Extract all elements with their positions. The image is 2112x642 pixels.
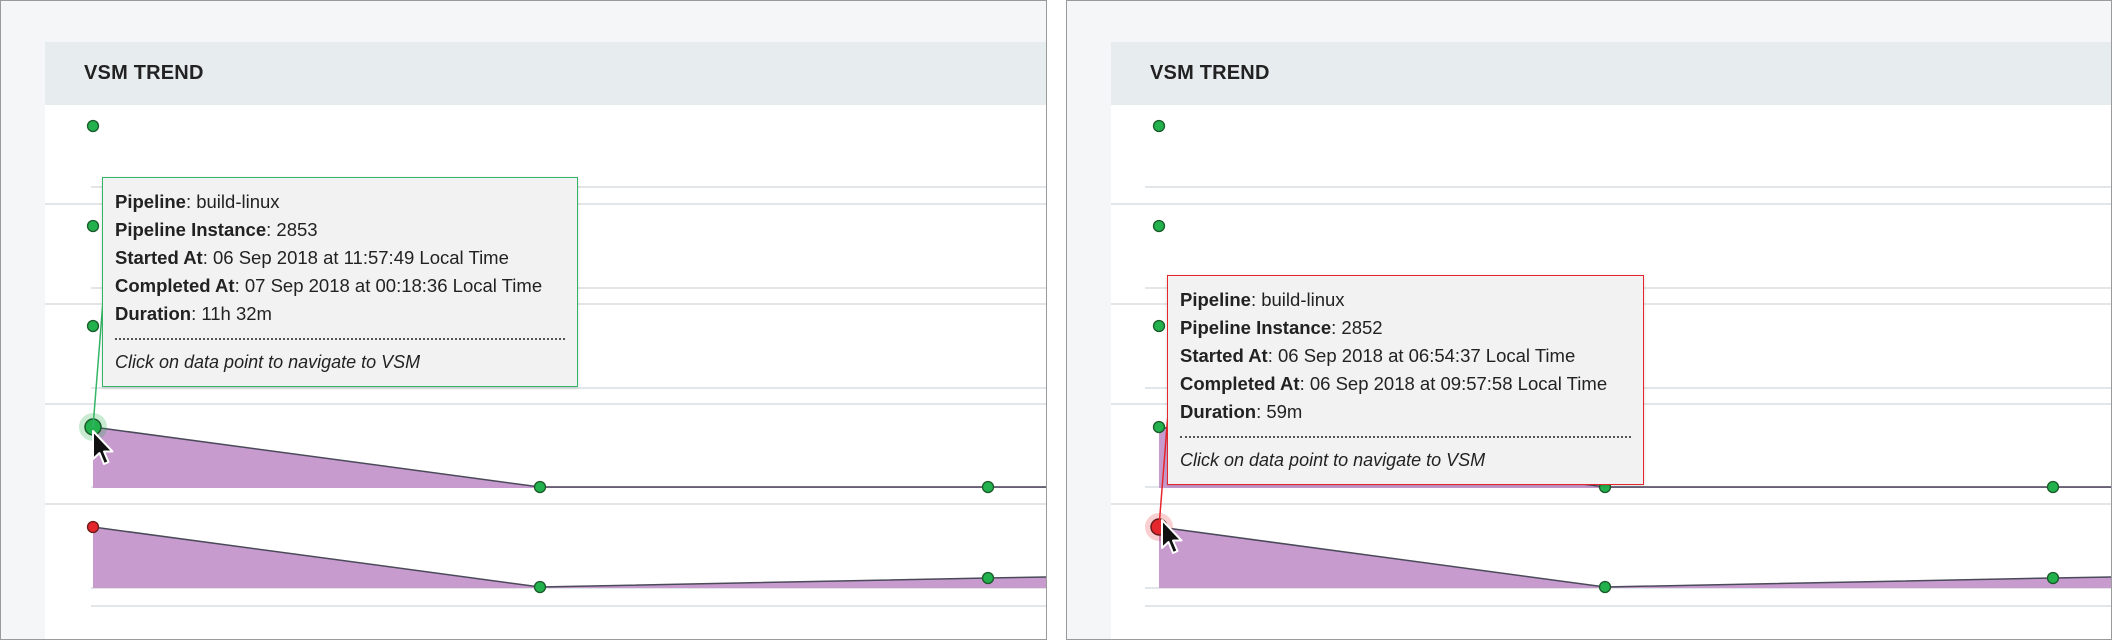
data-point[interactable] xyxy=(86,219,100,233)
data-point[interactable] xyxy=(86,319,100,333)
data-point[interactable] xyxy=(1152,119,1166,133)
data-point-tooltip: Pipeline: build-linux Pipeline Instance:… xyxy=(1167,275,1644,485)
tooltip-pipeline-instance: Pipeline Instance: 2852 xyxy=(1180,317,1383,338)
tooltip-duration: Duration: 11h 32m xyxy=(115,303,272,324)
tooltip-divider xyxy=(1180,436,1631,438)
data-point-failed[interactable] xyxy=(86,520,100,534)
data-point[interactable] xyxy=(981,571,995,585)
data-point[interactable] xyxy=(1598,580,1612,594)
screenshot-frame-left: VSM TREND Pipeline: build-linux Pipeline… xyxy=(0,0,1047,640)
data-point[interactable] xyxy=(86,119,100,133)
data-point[interactable] xyxy=(1152,319,1166,333)
tooltip-started-at: Started At: 06 Sep 2018 at 11:57:49 Loca… xyxy=(115,247,509,268)
tooltip-completed-at: Completed At: 06 Sep 2018 at 09:57:58 Lo… xyxy=(1180,373,1608,394)
tooltip-completed-at: Completed At: 07 Sep 2018 at 00:18:36 Lo… xyxy=(115,275,543,296)
data-point[interactable] xyxy=(1152,420,1166,434)
tooltip-divider xyxy=(115,338,565,340)
stage-area xyxy=(93,427,1046,488)
data-point[interactable] xyxy=(981,480,995,494)
data-point[interactable] xyxy=(533,580,547,594)
data-point[interactable] xyxy=(2046,571,2060,585)
stage-area xyxy=(93,527,1046,588)
stage-area xyxy=(1159,527,2111,588)
tooltip-pipeline: Pipeline: build-linux xyxy=(115,191,280,212)
tooltip-hint: Click on data point to navigate to VSM xyxy=(1180,450,1486,470)
data-point[interactable] xyxy=(533,480,547,494)
tooltip-pipeline: Pipeline: build-linux xyxy=(1180,289,1345,310)
mouse-cursor-icon xyxy=(1161,519,1183,554)
mouse-cursor-icon xyxy=(92,430,114,465)
data-point-tooltip: Pipeline: build-linux Pipeline Instance:… xyxy=(102,177,578,387)
data-point[interactable] xyxy=(2046,480,2060,494)
tooltip-duration: Duration: 59m xyxy=(1180,401,1303,422)
tooltip-hint: Click on data point to navigate to VSM xyxy=(115,352,421,372)
tooltip-pipeline-instance: Pipeline Instance: 2853 xyxy=(115,219,318,240)
screenshot-frame-right: VSM TREND Pipeline: build-linux Pipeline… xyxy=(1066,0,2112,640)
data-point[interactable] xyxy=(1152,219,1166,233)
tooltip-started-at: Started At: 06 Sep 2018 at 06:54:37 Loca… xyxy=(1180,345,1576,366)
